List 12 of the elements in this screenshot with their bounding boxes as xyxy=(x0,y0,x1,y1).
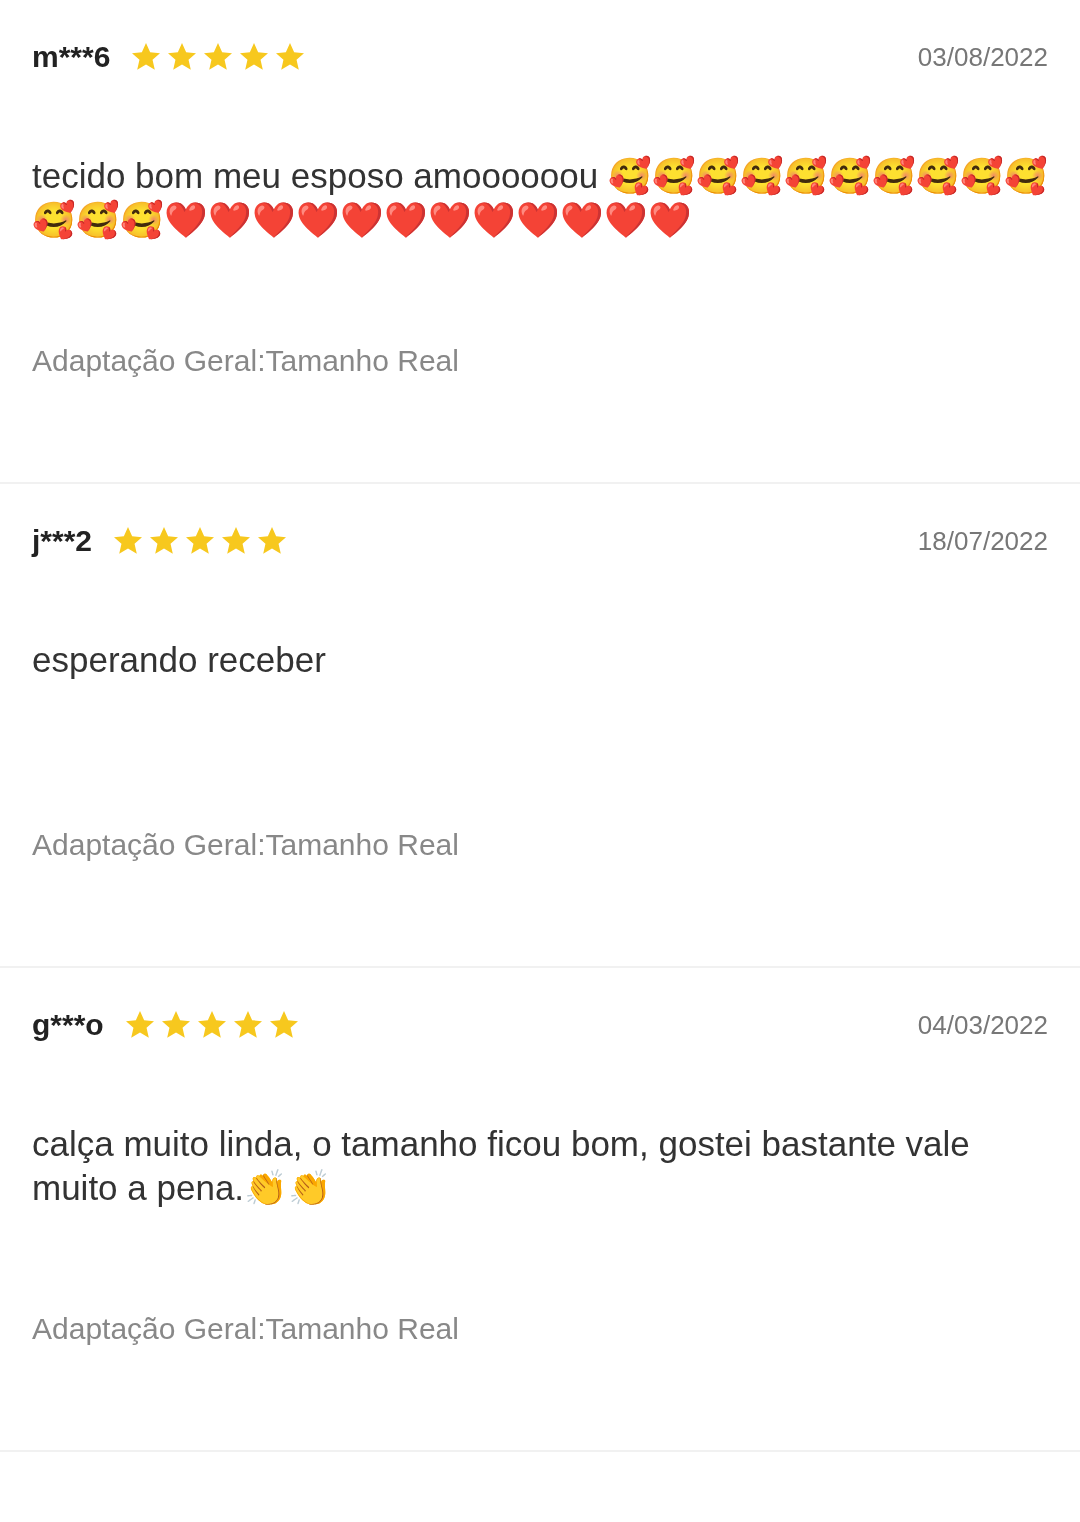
review-text: calça muito linda, o tamanho ficou bom, gostei bastante vale muito a pena.👏👏 xyxy=(32,1123,971,1209)
review-date: 04/03/2022 xyxy=(917,1009,1048,1041)
review-date: 03/08/2022 xyxy=(917,41,1048,73)
fit-info: Adaptação Geral:Tamanho Real xyxy=(32,1312,460,1346)
reviewer-name: g***o xyxy=(32,1008,104,1042)
reviewer-name: m***6 xyxy=(32,40,111,74)
review-date: 18/07/2022 xyxy=(917,525,1048,557)
fit-info: Adaptação Geral:Tamanho Real xyxy=(32,344,460,378)
review-text: tecido bom meu esposo amoooooou 🥰🥰🥰🥰🥰🥰🥰🥰🥰🥰🥰🥰🥰❤❤❤❤❤❤❤❤❤❤❤❤ xyxy=(32,154,1048,242)
review-text: esperando receber xyxy=(32,639,327,681)
fit-info: Adaptação Geral:Tamanho Real xyxy=(32,828,460,862)
reviewer-name: j***2 xyxy=(32,524,93,558)
